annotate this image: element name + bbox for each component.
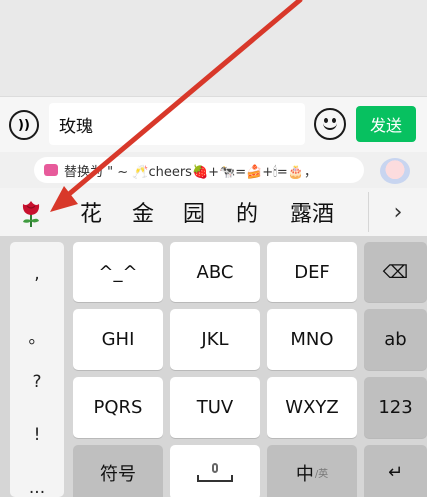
candidate-3[interactable]: 园 (183, 196, 205, 228)
enter-icon[interactable]: ↵ (364, 445, 427, 497)
key-123[interactable]: 123 (364, 377, 427, 438)
punct-question[interactable]: ? (10, 372, 64, 392)
message-input[interactable]: 玫瑰 (49, 103, 305, 145)
keyboard: , 。 ? ! ... ^_^ ABC DEF ⌫ GHI JKL MNO ab… (0, 236, 427, 497)
key-zh-en-toggle[interactable]: 中/英 (267, 445, 357, 497)
voice-icon[interactable]: )) (9, 110, 39, 140)
key-zh-label: 中 (295, 463, 314, 485)
send-button[interactable]: 发送 (356, 106, 416, 142)
key-ab[interactable]: ab (364, 309, 427, 370)
sticker-icon[interactable] (380, 158, 410, 184)
candidate-2[interactable]: 金 (132, 196, 154, 228)
suggestion-bar: 替换为 " ~ 🥂cheers🍓+🐄=🍰+🕯=🎂， (0, 152, 427, 188)
key-emoticon[interactable]: ^_^ (73, 242, 163, 302)
key-pqrs[interactable]: PQRS (73, 377, 163, 438)
rose-emoji-candidate[interactable] (18, 198, 44, 228)
key-abc[interactable]: ABC (170, 242, 260, 302)
space-key[interactable] (170, 445, 260, 497)
emoji-replace-suggestion[interactable]: 替换为 " ~ 🥂cheers🍓+🐄=🍰+🕯=🎂， (34, 157, 364, 183)
message-input-bar: )) 玫瑰 发送 (0, 96, 427, 152)
punct-comma[interactable]: , (10, 264, 64, 284)
key-symbols[interactable]: 符号 (73, 445, 163, 497)
candidate-5[interactable]: 露酒 (290, 196, 334, 228)
candidate-4[interactable]: 的 (236, 196, 258, 228)
chat-area (0, 0, 427, 96)
key-en-sub: /英 (314, 469, 329, 480)
punct-exclaim[interactable]: ! (10, 425, 64, 445)
suggestion-text: 替换为 " ~ 🥂cheers🍓+🐄=🍰+🕯=🎂， (64, 164, 317, 180)
punct-ellipsis[interactable]: ... (10, 478, 64, 497)
key-def[interactable]: DEF (267, 242, 357, 302)
key-ghi[interactable]: GHI (73, 309, 163, 370)
suggestion-icon (44, 164, 58, 176)
key-jkl[interactable]: JKL (170, 309, 260, 370)
emoji-icon[interactable] (314, 108, 346, 140)
microphone-icon (212, 463, 218, 473)
space-icon (197, 475, 233, 482)
candidate-bar: 花 金 园 的 露酒 › (0, 188, 427, 236)
key-wxyz[interactable]: WXYZ (267, 377, 357, 438)
candidate-1[interactable]: 花 (80, 196, 102, 228)
chevron-right-icon[interactable]: › (368, 192, 427, 232)
key-mno[interactable]: MNO (267, 309, 357, 370)
key-tuv[interactable]: TUV (170, 377, 260, 438)
backspace-icon[interactable]: ⌫ (364, 242, 427, 302)
punct-period[interactable]: 。 (10, 323, 64, 348)
punctuation-column[interactable]: , 。 ? ! ... (10, 242, 64, 497)
